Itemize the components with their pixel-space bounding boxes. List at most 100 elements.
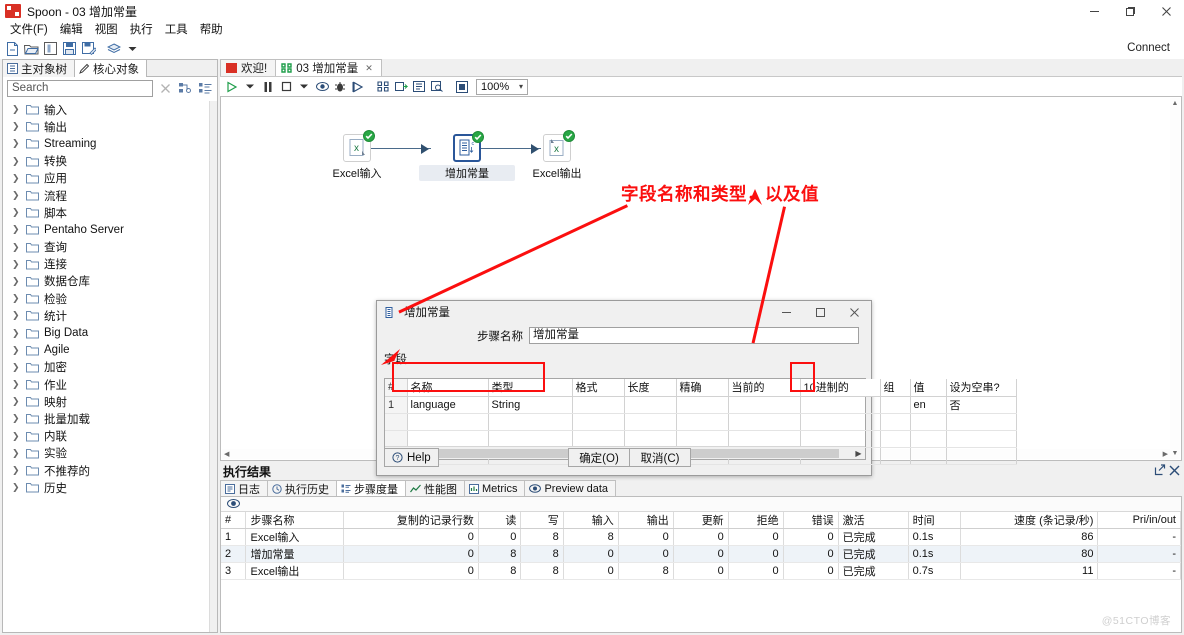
menu-edit[interactable]: 编辑 (54, 22, 89, 38)
chevron-right-icon[interactable]: ❯ (12, 191, 21, 200)
open-file-icon[interactable] (23, 40, 40, 57)
tab-step-metrics[interactable]: 步骤度量 (336, 480, 406, 496)
cell-值[interactable]: en (910, 396, 947, 414)
menu-view[interactable]: 视图 (89, 22, 124, 38)
tab-main-object-tree[interactable]: 主对象树 (3, 60, 75, 77)
chevron-right-icon[interactable]: ❯ (12, 276, 21, 286)
help-button[interactable]: ? Help (384, 448, 439, 467)
debug-icon[interactable] (332, 79, 348, 95)
sidebar-item-20[interactable]: ❯ 实验 (3, 445, 209, 462)
step-excel-input-box[interactable]: x (343, 130, 375, 162)
results-col-4[interactable]: 写 (520, 512, 564, 529)
cell-10进制的[interactable] (800, 396, 881, 414)
cell-精确[interactable] (676, 396, 729, 414)
sidebar-item-14[interactable]: ❯ Agile (3, 342, 209, 359)
step-add-constants-box[interactable]: c (453, 131, 484, 162)
fields-col-3[interactable]: 格式 (572, 379, 625, 397)
menu-file[interactable]: 文件(F) (4, 22, 54, 38)
cell-长度[interactable] (624, 396, 677, 414)
chevron-right-icon[interactable]: ❯ (12, 156, 21, 166)
chevron-right-icon[interactable]: ❯ (12, 397, 21, 406)
cancel-button[interactable]: 取消(C) (629, 448, 691, 467)
maximize-button[interactable] (1112, 0, 1148, 22)
collapse-all-icon[interactable] (177, 80, 193, 96)
tab-performance-graph[interactable]: 性能图 (405, 480, 465, 496)
close-panel-icon[interactable] (1169, 465, 1180, 479)
chevron-right-icon[interactable]: ❯ (12, 139, 21, 148)
sidebar-item-11[interactable]: ❯ 检验 (3, 290, 209, 307)
cell-格式[interactable] (572, 396, 625, 414)
chevron-right-icon[interactable]: ❯ (12, 431, 21, 441)
dialog-close-button[interactable] (837, 301, 871, 323)
sidebar-item-10[interactable]: ❯ 数据仓库 (3, 273, 209, 290)
repository-icon[interactable] (105, 40, 122, 57)
sidebar-item-22[interactable]: ❯ 历史 (3, 479, 209, 496)
menu-tools[interactable]: 工具 (159, 22, 194, 38)
chevron-right-icon[interactable]: ❯ (12, 225, 21, 234)
results-col-5[interactable]: 输入 (563, 512, 619, 529)
expand-all-icon[interactable] (197, 80, 213, 96)
tab-preview-data[interactable]: Preview data (524, 480, 617, 496)
run-icon[interactable] (224, 79, 240, 95)
fields-col-10[interactable]: 设为空串? (946, 379, 1017, 397)
results-col-2[interactable]: 复制的记录行数 (343, 512, 479, 529)
cell-当前的[interactable] (728, 396, 801, 414)
fields-col-4[interactable]: 长度 (624, 379, 677, 397)
step-add-constants[interactable]: c 增加常量 (419, 131, 515, 181)
sidebar-item-7[interactable]: ❯ Pentaho Server (3, 221, 209, 238)
cell-类型[interactable]: String (488, 396, 573, 414)
chevron-right-icon[interactable]: ❯ (12, 208, 21, 217)
step-excel-output-box[interactable]: x (543, 130, 575, 162)
show-grid-icon[interactable] (454, 79, 470, 95)
chevron-right-icon[interactable]: ❯ (12, 414, 21, 423)
results-col-11[interactable]: 时间 (908, 512, 962, 529)
table-row[interactable]: 1 Excel输入 0 0 8 8 0 0 0 0 已完成 0.1s 86- (221, 528, 1181, 546)
save-as-icon[interactable] (80, 40, 97, 57)
dialog-minimize-button[interactable] (769, 301, 803, 323)
chevron-right-icon[interactable]: ❯ (12, 380, 21, 389)
chevron-right-icon[interactable]: ❯ (12, 173, 21, 183)
close-icon[interactable]: ✕ (365, 63, 373, 74)
sidebar-item-15[interactable]: ❯ 加密 (3, 359, 209, 376)
new-file-icon[interactable] (4, 40, 21, 57)
generate-sql-icon[interactable] (411, 79, 427, 95)
chevron-right-icon[interactable]: ❯ (12, 466, 21, 475)
fields-col-8[interactable]: 组 (880, 379, 911, 397)
sidebar-item-9[interactable]: ❯ 连接 (3, 256, 209, 273)
fields-table-empty-row[interactable] (385, 413, 1017, 431)
results-col-7[interactable]: 更新 (673, 512, 729, 529)
tab-core-objects[interactable]: 核心对象 (75, 60, 147, 77)
sidebar-item-4[interactable]: ❯ 应用 (3, 170, 209, 187)
sidebar-item-17[interactable]: ❯ 映射 (3, 393, 209, 410)
cell-组[interactable] (880, 396, 911, 414)
stop-options-caret-icon[interactable] (296, 79, 312, 95)
sidebar-item-19[interactable]: ❯ 内联 (3, 428, 209, 445)
dialog-maximize-button[interactable] (803, 301, 837, 323)
tab-metrics[interactable]: Metrics (464, 480, 526, 496)
connect-button[interactable]: Connect (1127, 38, 1170, 59)
left-panel-scrollbar[interactable] (209, 101, 217, 632)
sidebar-item-8[interactable]: ❯ 查询 (3, 239, 209, 256)
chevron-right-icon[interactable]: ❯ (12, 259, 21, 269)
tab-welcome[interactable]: 欢迎! (220, 59, 277, 76)
sidebar-item-3[interactable]: ❯ 转换 (3, 153, 209, 170)
sidebar-item-12[interactable]: ❯ 统计 (3, 307, 209, 324)
sidebar-item-0[interactable]: ❯ 输入 (3, 101, 209, 118)
results-col-8[interactable]: 拒绝 (728, 512, 784, 529)
clear-icon[interactable] (157, 80, 173, 96)
tab-log[interactable]: 日志 (220, 480, 268, 496)
results-col-9[interactable]: 错误 (783, 512, 839, 529)
tab-execution-history[interactable]: 执行历史 (267, 480, 337, 496)
minimize-button[interactable] (1076, 0, 1112, 22)
replay-icon[interactable] (350, 79, 366, 95)
eye-icon[interactable] (227, 497, 240, 511)
save-icon[interactable] (61, 40, 78, 57)
sidebar-item-2[interactable]: ❯ Streaming (3, 135, 209, 152)
table-row[interactable]: 2 增加常量 0 8 8 0 0 0 0 0 已完成 0.1s 80- (221, 545, 1181, 563)
step-excel-input[interactable]: x Excel输入 (309, 130, 405, 181)
cell-设为空串?[interactable]: 否 (946, 396, 1017, 414)
close-button[interactable] (1148, 0, 1184, 22)
sidebar-item-1[interactable]: ❯ 输出 (3, 118, 209, 135)
cell-名称[interactable]: language (407, 396, 489, 414)
chevron-right-icon[interactable]: ❯ (12, 448, 21, 458)
